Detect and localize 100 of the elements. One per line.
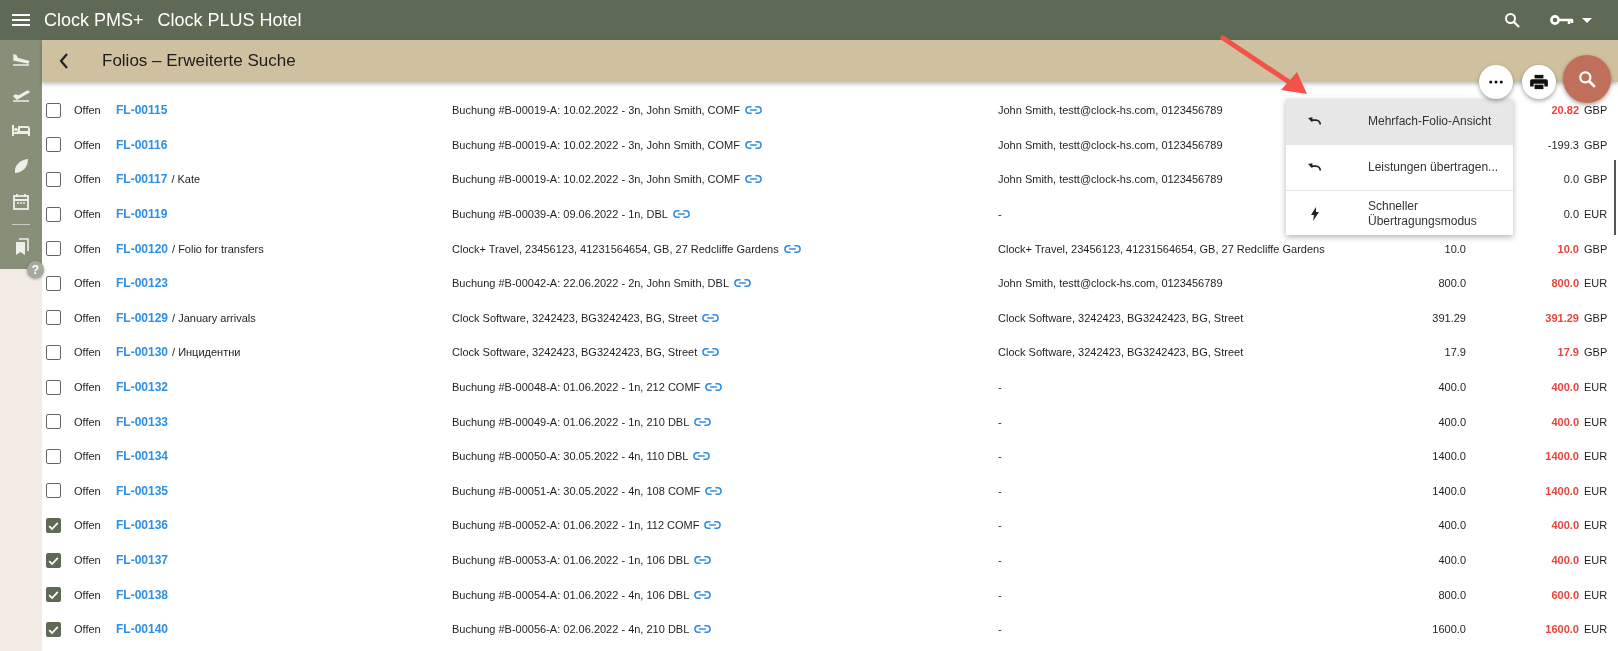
contact-text: - <box>998 554 1002 566</box>
currency-text: GBP <box>1583 311 1609 324</box>
contact-text: John Smith, testt@clock-hs.com, 0123456789 <box>998 138 1223 151</box>
search-icon <box>1578 70 1596 88</box>
status-text: Offen <box>74 138 102 151</box>
menu-item[interactable]: Schneller Übertragungsmodus <box>1286 191 1513 235</box>
booking-text: Buchung #B-00052-A: 01.06.2022 - 1n, 112 COMF <box>452 519 700 532</box>
folio-note: / Инцидентни <box>172 346 241 359</box>
amount-text: 400.0 <box>1438 519 1466 532</box>
link-icon[interactable] <box>745 105 762 116</box>
help-button[interactable]: ? <box>27 261 44 278</box>
booking-text: Buchung #B-00019-A: 10.02.2022 - 3n, John Smith, COMF <box>452 173 740 186</box>
balance-text: 391.29 <box>1545 311 1579 324</box>
link-icon[interactable] <box>694 555 712 565</box>
folio-link[interactable]: FL-00123 <box>116 276 169 291</box>
checkbox[interactable] <box>46 379 61 395</box>
checkbox[interactable] <box>46 414 61 430</box>
menu-item[interactable]: Mehrfach-Folio-Ansicht <box>1286 99 1513 145</box>
status-text: Offen <box>74 415 102 428</box>
folio-note: / Kate <box>171 173 201 186</box>
contact-text: - <box>998 381 1002 394</box>
link-icon[interactable] <box>704 520 722 531</box>
folio-link[interactable]: FL-00133 <box>116 414 169 429</box>
status-text: Offen <box>74 311 102 324</box>
link-icon[interactable] <box>745 139 762 150</box>
amount-text: 400.0 <box>1438 554 1466 566</box>
link-icon[interactable] <box>783 243 801 254</box>
checkbox[interactable] <box>46 448 61 464</box>
checkbox[interactable] <box>46 344 61 360</box>
checkbox[interactable] <box>46 483 61 499</box>
link-icon[interactable] <box>694 624 712 635</box>
checkbox[interactable] <box>46 310 61 326</box>
currency-text: EUR <box>1583 623 1609 636</box>
link-icon[interactable] <box>745 174 762 185</box>
link-icon[interactable] <box>672 209 690 220</box>
search-icon[interactable] <box>1504 12 1520 28</box>
status-text: Offen <box>74 346 102 359</box>
more-button[interactable] <box>1479 65 1513 99</box>
checkbox[interactable] <box>46 517 61 533</box>
booking-text: Buchung #B-00049-A: 01.06.2022 - 1n, 210 DBL <box>452 415 690 428</box>
currency-text: GBP <box>1583 173 1609 186</box>
balance-text: 400.0 <box>1551 554 1579 566</box>
amount-text: 391.29 <box>1432 311 1466 324</box>
folio-link[interactable]: FL-00138 <box>116 587 169 602</box>
amount-text: 800.0 <box>1438 588 1466 601</box>
link-icon[interactable] <box>705 382 723 393</box>
checkbox[interactable] <box>46 552 61 568</box>
amount-text: 1400.0 <box>1432 484 1466 497</box>
folio-link[interactable]: FL-00137 <box>116 553 169 567</box>
key-icon[interactable] <box>1550 14 1574 26</box>
checkbox[interactable] <box>46 587 61 603</box>
contact-text: John Smith, testt@clock-hs.com, 0123456789 <box>998 173 1223 186</box>
link-icon[interactable] <box>693 451 711 462</box>
folio-link[interactable]: FL-00117 <box>116 172 168 187</box>
link-icon[interactable] <box>705 485 723 496</box>
menu-item[interactable]: Leistungen übertragen... <box>1286 145 1513 191</box>
folio-link[interactable]: FL-00130 <box>116 345 169 360</box>
menu-icon[interactable] <box>12 14 30 26</box>
contact-text: - <box>998 519 1002 532</box>
checkbox[interactable] <box>46 275 61 291</box>
folio-link[interactable]: FL-00115 <box>116 103 168 118</box>
back-icon[interactable] <box>59 53 69 69</box>
folio-link[interactable]: FL-00140 <box>116 622 169 637</box>
folio-link[interactable]: FL-00134 <box>116 449 169 464</box>
checkbox[interactable] <box>46 206 61 222</box>
currency-text: EUR <box>1583 277 1609 290</box>
checkbox[interactable] <box>46 621 61 637</box>
balance-text: 1400.0 <box>1545 450 1579 463</box>
folio-link[interactable]: FL-00135 <box>116 483 169 498</box>
status-text: Offen <box>74 450 102 463</box>
link-icon[interactable] <box>694 416 712 427</box>
currency-text: EUR <box>1583 415 1609 428</box>
folio-link[interactable]: FL-00116 <box>116 137 168 152</box>
folio-link[interactable]: FL-00132 <box>116 380 169 395</box>
folio-link[interactable]: FL-00120 <box>116 241 169 256</box>
caret-icon[interactable] <box>1582 17 1592 23</box>
checkbox[interactable] <box>46 137 61 153</box>
folio-link[interactable]: FL-00136 <box>116 518 169 533</box>
currency-text: GBP <box>1583 104 1609 117</box>
balance-text: 0.0 <box>1563 208 1579 221</box>
amount-text: 1400.0 <box>1432 450 1466 463</box>
link-icon[interactable] <box>694 589 712 600</box>
contact-text: - <box>998 484 1002 497</box>
print-button[interactable] <box>1522 65 1556 99</box>
calendar-icon[interactable] <box>11 192 31 212</box>
search-button[interactable] <box>1563 55 1611 103</box>
checkbox[interactable] <box>46 241 61 257</box>
link-icon[interactable] <box>734 278 751 289</box>
folio-link[interactable]: FL-00129 <box>116 310 169 325</box>
checkbox[interactable] <box>46 102 61 118</box>
checkbox[interactable] <box>46 172 61 187</box>
contact-text: - <box>998 208 1002 221</box>
currency-text: GBP <box>1583 346 1609 359</box>
status-text: Offen <box>74 588 102 601</box>
scrollbar-thumb[interactable] <box>1614 160 1616 235</box>
property-name[interactable]: Clock PLUS Hotel <box>157 9 302 31</box>
link-icon[interactable] <box>702 312 720 323</box>
folio-link[interactable]: FL-00119 <box>116 207 168 222</box>
link-icon[interactable] <box>702 347 720 358</box>
balance-text: 17.9 <box>1557 346 1579 359</box>
